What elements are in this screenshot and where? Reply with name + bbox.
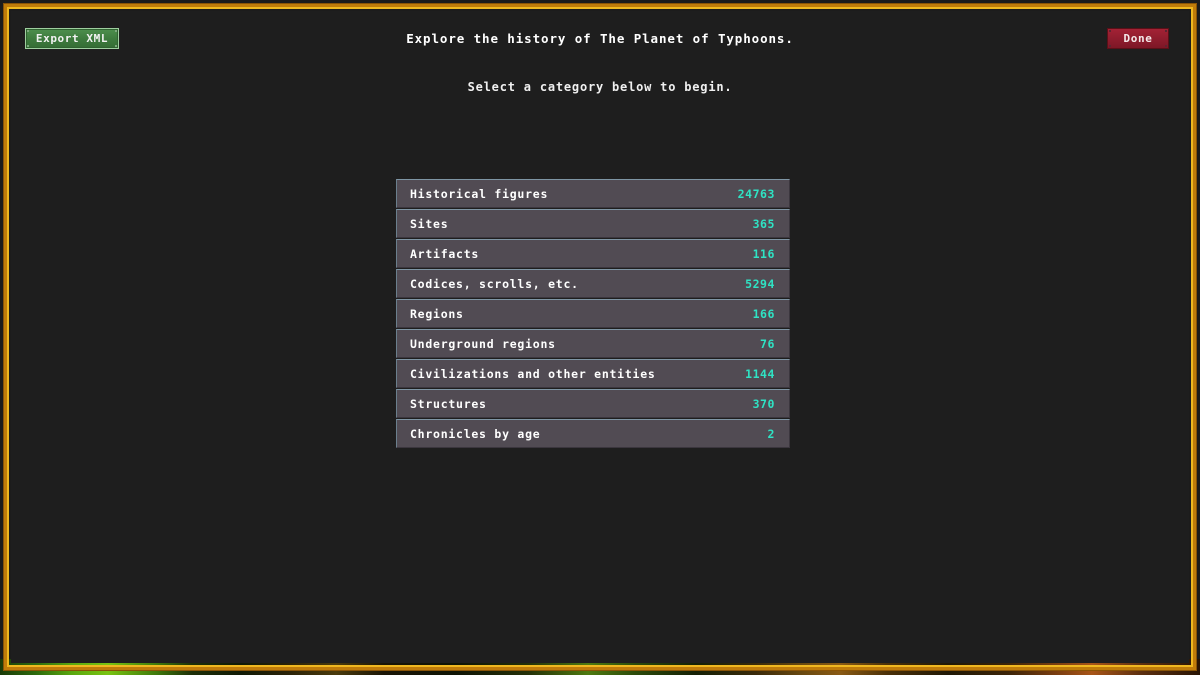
category-list: Historical figures 24763 Sites 365 Artif… — [396, 179, 790, 448]
category-label: Codices, scrolls, etc. — [410, 276, 579, 291]
category-count: 116 — [752, 246, 775, 261]
button-corner-stud — [1109, 45, 1111, 47]
category-row-underground-regions[interactable]: Underground regions 76 — [396, 329, 790, 358]
category-row-artifacts[interactable]: Artifacts 116 — [396, 239, 790, 268]
category-count: 365 — [752, 216, 775, 231]
category-row-codices-scrolls[interactable]: Codices, scrolls, etc. 5294 — [396, 269, 790, 298]
category-label: Historical figures — [410, 186, 549, 201]
instruction-text: Select a category below to begin. — [467, 80, 733, 94]
category-row-chronicles-by-age[interactable]: Chronicles by age 2 — [396, 419, 790, 448]
category-label: Underground regions — [410, 336, 556, 351]
button-corner-stud — [1109, 30, 1111, 32]
done-button[interactable]: Done — [1107, 28, 1169, 49]
category-label: Sites — [410, 216, 449, 231]
category-label: Structures — [410, 396, 487, 411]
category-row-structures[interactable]: Structures 370 — [396, 389, 790, 418]
button-corner-stud — [1165, 30, 1167, 32]
done-label: Done — [1123, 32, 1153, 45]
category-count: 166 — [752, 306, 775, 321]
category-count: 76 — [760, 336, 775, 351]
category-row-civilizations[interactable]: Civilizations and other entities 1144 — [396, 359, 790, 388]
category-label: Artifacts — [410, 246, 480, 261]
legends-mode-panel: Export XML Explore the history of The Pl… — [11, 11, 1189, 663]
category-count: 5294 — [745, 276, 775, 291]
category-row-regions[interactable]: Regions 166 — [396, 299, 790, 328]
category-label: Regions — [410, 306, 464, 321]
category-count: 1144 — [745, 366, 775, 381]
category-label: Chronicles by age — [410, 426, 541, 441]
category-count: 2 — [767, 426, 775, 441]
button-corner-stud — [1165, 45, 1167, 47]
category-row-historical-figures[interactable]: Historical figures 24763 — [396, 179, 790, 208]
category-count: 24763 — [737, 186, 775, 201]
category-row-sites[interactable]: Sites 365 — [396, 209, 790, 238]
category-label: Civilizations and other entities — [410, 366, 656, 381]
page-title: Explore the history of The Planet of Typ… — [406, 31, 794, 46]
category-count: 370 — [752, 396, 775, 411]
